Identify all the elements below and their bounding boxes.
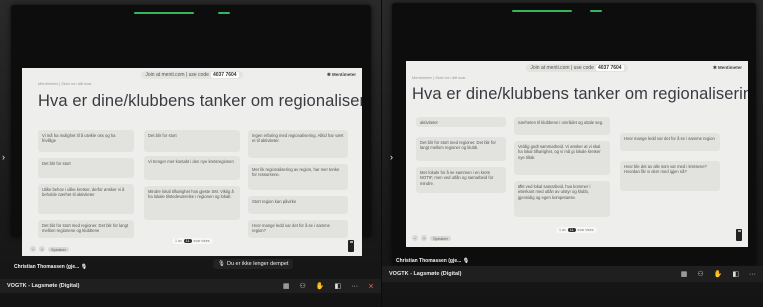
pill-count: 11 — [567, 228, 576, 232]
mic-icon: 🎙 — [462, 258, 470, 264]
join-code: 4037 7604 — [210, 72, 239, 78]
join-bar: Join at menti.com | use code 4037 7604 — [22, 68, 362, 82]
toolbar-actions: ▦ ⚇ ✋ ◧ ··· ⨯ — [283, 282, 374, 291]
brand-name: Mentimeter — [717, 65, 742, 70]
meeting-toolbar: VOGTK - Lagsmøte (Digital) ▦ ⚇ ✋ ◧ ··· ⨯ — [0, 279, 381, 293]
answer-card: Hvor mange ledd var det for å se i samme… — [248, 220, 348, 238]
raise-hand-icon[interactable]: ✋ — [714, 270, 723, 278]
answers-pill: 1 av 11 svar vises — [556, 227, 597, 233]
answer-card: Det blir for stort — [144, 130, 240, 152]
leave-icon[interactable]: ⨯ — [368, 282, 374, 290]
shared-screen: Join at menti.com | use code 4037 7604 ✱… — [22, 68, 362, 256]
answer-card: Ingen erfaring med regionalisering. Allt… — [248, 130, 348, 158]
join-bar: Join at menti.com | use code 4037 7604 — [406, 61, 748, 75]
answer-card: nærheten til klubbene i området og uttal… — [514, 117, 610, 135]
toolbar-actions: ▦ ⚇ ✋ ◧ ··· — [681, 270, 756, 279]
join-text: Join at menti.com | use code — [145, 72, 209, 78]
slide-prev-button[interactable]: − — [30, 246, 36, 252]
slide-controls: − + Speaker — [412, 235, 451, 241]
brand-logo: ✱ Mentimeter — [326, 72, 356, 77]
answers-pill: 1 av 11 svar vises — [172, 238, 213, 244]
slide-subline: Mentimeter | Skriv inn ditt svar — [38, 81, 92, 86]
answer-card: Økt ved lokal samarbeid, hva kommer i et… — [514, 181, 610, 217]
presenter-label: Christian Thomassen (gje... — [396, 258, 462, 264]
more-icon[interactable]: ··· — [351, 283, 358, 290]
raise-hand-icon[interactable]: ✋ — [316, 282, 325, 290]
presenter-name: Christian Thomassen (gje... 🎙 — [396, 258, 469, 264]
slide-question: Hva er dine/klubbens tanker om regionali… — [38, 92, 362, 110]
tv-led-bar — [218, 12, 230, 14]
mini-preview-icon — [736, 229, 742, 241]
mic-icon: 🎙 — [218, 261, 225, 267]
presenter-label: Christian Thomassen (gje... — [14, 264, 80, 270]
pill-suffix: svar vises — [193, 239, 210, 243]
chat-icon[interactable]: ▦ — [681, 270, 688, 278]
answer-card: Mer lokale for å se sammen i en krets NO… — [416, 167, 506, 193]
speaker-button[interactable]: Speaker — [48, 246, 69, 252]
pill-prefix: 1 av — [559, 228, 566, 232]
answer-card: Det blir for stort med regioner. Det bli… — [38, 220, 134, 238]
join-code: 4037 7604 — [595, 65, 624, 71]
slide-next-button[interactable]: + — [421, 235, 427, 241]
share-icon[interactable]: ◧ — [335, 282, 342, 290]
meeting-title: VOGTK - Lagsmøte (Digital) — [7, 283, 80, 289]
join-banner: Join at menti.com | use code 4037 7604 — [141, 71, 243, 79]
chevron-right-icon[interactable]: › — [390, 152, 393, 162]
pill-count: 11 — [183, 239, 192, 243]
unmuted-toast: 🎙 Du er ikke lenger dempet — [213, 259, 294, 269]
share-icon[interactable]: ◧ — [732, 270, 739, 278]
brand-name: Mentimeter — [331, 72, 356, 77]
slide-question: Hva er dine/klubbens tanker om regionali… — [412, 85, 748, 103]
tv-led-bar — [512, 10, 572, 12]
people-icon[interactable]: ⚇ — [300, 282, 306, 290]
tv-led-bar — [590, 10, 602, 12]
answer-card: Mindre lokal tilhørighet hos gjeste SM. … — [144, 186, 240, 220]
answer-card: Hvor mange ledd var det for å se i samme… — [620, 133, 720, 151]
slide-subline: Mentimeter | Skriv inn ditt svar — [412, 75, 466, 80]
photo-right: Join at menti.com | use code 4037 7604 ✱… — [382, 0, 763, 307]
meeting-title: VOGTK - Lagsmøte (Digital) — [389, 271, 462, 277]
answer-card: Stort region kan påvirke — [248, 196, 348, 214]
answer-card: Det blir for stort med regioner. Det bli… — [416, 137, 506, 161]
answer-card: aktiviteter — [416, 117, 506, 127]
photo-left: Join at menti.com | use code 4037 7604 ✱… — [0, 0, 381, 307]
join-banner: Join at menti.com | use code 4037 7604 — [526, 64, 628, 72]
chevron-right-icon[interactable]: › — [2, 152, 5, 162]
pill-suffix: svar vises — [577, 228, 594, 232]
answer-card: Veldig godt sammarbeid. Vi ønsker at vi … — [514, 141, 610, 175]
shared-screen: Join at menti.com | use code 4037 7604 ✱… — [406, 61, 748, 247]
pill-prefix: 1 av — [175, 239, 182, 243]
presenter-name: Christian Thomassen (gje... 🎙 — [14, 264, 87, 270]
mini-preview-icon — [348, 240, 354, 252]
slide-controls: − + Speaker — [30, 246, 69, 252]
slide-prev-button[interactable]: − — [412, 235, 418, 241]
mic-icon: 🎙 — [80, 264, 88, 270]
answer-card: Vi må ha mulighet til å utvikle oss og h… — [38, 130, 134, 152]
meeting-toolbar: VOGTK - Lagsmøte (Digital) ▦ ⚇ ✋ ◧ ··· — [382, 266, 763, 282]
people-icon[interactable]: ⚇ — [697, 270, 703, 278]
answer-card: Hvor ble det av alle som var med i krets… — [620, 161, 720, 191]
speaker-button[interactable]: Speaker — [430, 235, 451, 241]
tv-led-bar — [134, 12, 194, 14]
answer-card: Det blir for stort — [38, 158, 134, 178]
join-text: Join at menti.com | use code — [530, 65, 594, 71]
brand-logo: ✱ Mentimeter — [712, 65, 742, 70]
toast-text: Du er ikke lenger dempet — [226, 261, 289, 267]
answer-card: Vi trenger mer kontakt i den nye kretsre… — [144, 156, 240, 180]
more-icon[interactable]: ··· — [749, 271, 756, 278]
slide-next-button[interactable]: + — [39, 246, 45, 252]
answer-card: Mer lik regionalisering av region, har m… — [248, 164, 348, 190]
answer-card: Ulike behov i ulike kretser, derfor ønsk… — [38, 184, 134, 214]
chat-icon[interactable]: ▦ — [283, 282, 290, 290]
